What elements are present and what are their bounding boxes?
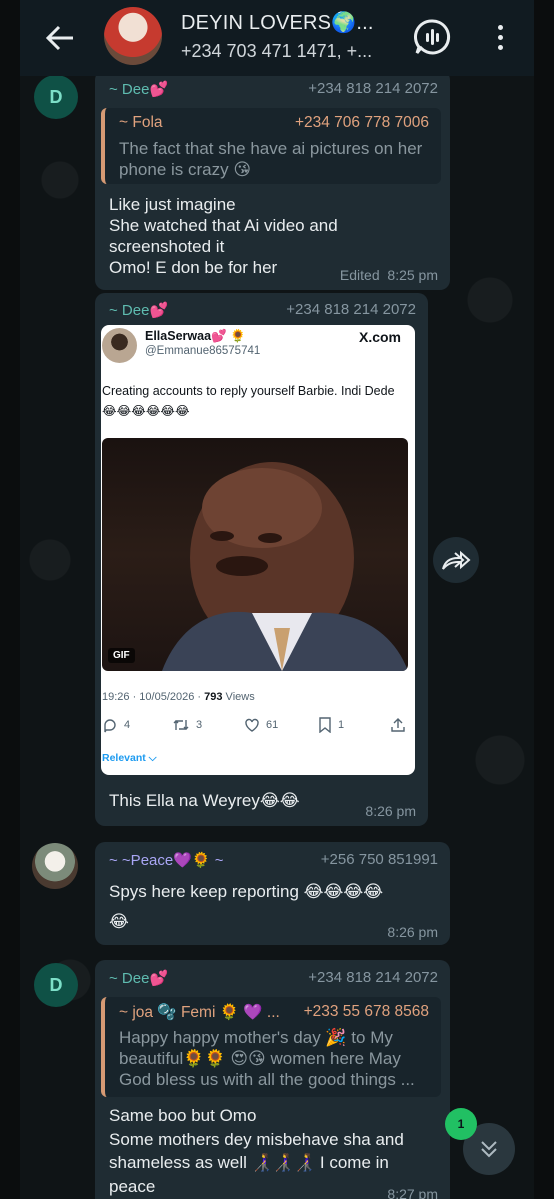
message-time: 8:26 pm <box>365 803 416 819</box>
group-members: +234 703 471 1471, +... <box>181 41 373 61</box>
sender-phone: +234 818 214 2072 <box>286 301 416 318</box>
heart-icon <box>245 718 259 732</box>
edited-label: Edited <box>339 267 380 283</box>
group-avatar[interactable] <box>104 7 162 65</box>
sender-name[interactable]: ~ Dee💕 <box>109 80 168 98</box>
reply-icon <box>104 719 116 733</box>
like-count: 61 <box>266 719 279 731</box>
tweet-text: Creating accounts to reply yourself Barb… <box>102 384 395 418</box>
quote-header: ~ joa 🫧 Femi 🌻 💜 ... +233 55 678 8568 <box>119 1003 429 1022</box>
sender-row: ~ Dee💕 +234 818 214 2072 <box>109 969 438 987</box>
message-bubble[interactable]: ~ Dee💕 +234 818 214 2072 ~ joa 🫧 Femi 🌻 … <box>95 960 450 1199</box>
sender-avatar[interactable]: D <box>34 75 78 119</box>
quote-sender: ~ joa 🫧 Femi 🌻 💜 ... <box>119 1004 280 1021</box>
tweet-actions: 4 3 61 1 <box>102 717 408 737</box>
double-chevron-down-icon <box>481 1141 497 1158</box>
reply-action: 4 <box>102 717 130 733</box>
quote-sender: ~ Fola <box>119 114 163 131</box>
message-text: Spys here keep reporting 😂😂😂😂 😂 <box>109 877 383 937</box>
tweet-author-name: EllaSerwaa💕 🌻 <box>145 329 246 343</box>
unread-count-badge: 1 <box>445 1108 477 1140</box>
message-line: peace <box>109 1176 156 1196</box>
like-action: 61 <box>244 717 278 733</box>
quoted-message[interactable]: ~ Fola +234 706 778 7006 The fact that s… <box>101 108 441 184</box>
group-info[interactable]: DEYIN LOVERS🌍... +234 703 471 1471, +... <box>181 10 431 62</box>
chat-header: DEYIN LOVERS🌍... +234 703 471 1471, +... <box>20 0 534 76</box>
retweet-count: 3 <box>196 719 203 731</box>
sender-row: ~ Dee💕 +234 818 214 2072 <box>109 80 438 98</box>
message-line: She watched that Ai video and <box>109 216 338 235</box>
avatar-letter: D <box>49 974 63 995</box>
chat-area[interactable]: D ~ Dee💕 +234 818 214 2072 ~ Fola +234 7… <box>20 0 534 1199</box>
sender-name[interactable]: ~ Dee💕 <box>109 301 168 319</box>
tweet-author-handle: @Emmanue86575741 <box>145 345 261 357</box>
tweet-gif: GIF <box>102 438 408 671</box>
bookmark-count: 1 <box>338 719 345 731</box>
tweet-views-label: Views <box>222 691 255 703</box>
message-line: 😂 <box>109 912 129 931</box>
sender-phone: +256 750 851991 <box>320 851 438 868</box>
message-text: Like just imagine She watched that Ai vi… <box>109 194 338 278</box>
message-time: 8:26 pm <box>387 924 438 940</box>
sender-row: ~ ~Peace💜🌻 ~ +256 750 851991 <box>109 851 438 869</box>
dot-icon <box>497 44 503 50</box>
avatar-letter: D <box>49 86 63 107</box>
quote-phone: +234 706 778 7006 <box>294 114 429 131</box>
message-line: Like just imagine <box>109 195 236 214</box>
retweet-icon <box>173 720 189 730</box>
back-arrow-icon <box>45 25 73 51</box>
message-line: shameless as well 👩‍🦯👩‍🦯👩‍🦯 I come in <box>109 1153 389 1172</box>
voice-chat-icon <box>414 19 451 55</box>
tweet-timestamp: 19:26 · 10/05/2026 · 793 Views <box>102 691 255 703</box>
more-options-button[interactable] <box>482 18 518 56</box>
voice-chat-button[interactable] <box>413 18 451 56</box>
quote-text: Happy happy mother's day 🎉 to My beautif… <box>119 1028 415 1089</box>
message-meta: Edited 8:25 pm <box>340 267 438 283</box>
message-line: Same boo but Omo <box>109 1106 257 1125</box>
x-logo: X.com <box>358 329 401 345</box>
sender-name[interactable]: ~ Dee💕 <box>109 969 168 987</box>
gif-frame-illustration <box>162 462 408 671</box>
forward-icon <box>442 550 471 570</box>
sender-row: ~ Dee💕 +234 818 214 2072 <box>109 301 416 319</box>
sender-avatar[interactable]: D <box>34 963 78 1007</box>
back-button[interactable] <box>42 20 78 56</box>
sender-name[interactable]: ~ ~Peace💜🌻 ~ <box>109 851 224 869</box>
bookmark-action: 1 <box>318 717 344 733</box>
sender-phone: +234 818 214 2072 <box>308 80 438 97</box>
group-title: DEYIN LOVERS🌍... <box>181 12 374 34</box>
message-text: Same boo but Omo Some mothers dey misbeh… <box>109 1104 404 1198</box>
phone-screen: D ~ Dee💕 +234 818 214 2072 ~ Fola +234 7… <box>20 0 534 1199</box>
share-action <box>390 717 406 733</box>
bookmark-icon <box>319 717 331 733</box>
message-line: Some mothers dey misbehave sha and <box>109 1129 404 1149</box>
quote-text: The fact that she have ai pictures on he… <box>119 139 423 179</box>
tweet-date: 19:26 · 10/05/2026 · <box>102 691 205 703</box>
message-line: screenshoted it <box>109 237 225 256</box>
message-text: This Ella na Weyrey😂😂 <box>109 791 300 810</box>
message-time: 8:25 pm <box>387 267 438 283</box>
tweet-views-count: 793 <box>204 691 223 703</box>
tweet-screenshot-image[interactable]: EllaSerwaa💕 🌻 @Emmanue86575741 X.com Cre… <box>101 325 415 775</box>
quote-phone: +233 55 678 8568 <box>303 1003 429 1020</box>
gif-badge: GIF <box>108 648 135 663</box>
message-bubble[interactable]: ~ Dee💕 +234 818 214 2072 ~ Fola +234 706… <box>95 70 450 290</box>
share-icon <box>391 718 405 732</box>
tweet-relevant-label: Relevant ⌵ <box>102 752 157 764</box>
reply-count: 4 <box>124 719 131 731</box>
message-line: Omo! E don be for her <box>109 258 278 277</box>
message-time: 8:27 pm <box>387 1186 438 1199</box>
dot-icon <box>497 34 503 40</box>
quoted-message[interactable]: ~ joa 🫧 Femi 🌻 💜 ... +233 55 678 8568 Ha… <box>101 997 441 1097</box>
sender-phone: +234 818 214 2072 <box>308 969 438 986</box>
message-bubble[interactable]: ~ ~Peace💜🌻 ~ +256 750 851991 Spys here k… <box>95 842 450 945</box>
forward-button[interactable] <box>433 537 479 583</box>
dot-icon <box>497 24 503 30</box>
quote-header: ~ Fola +234 706 778 7006 <box>119 114 429 132</box>
tweet-avatar <box>102 328 137 363</box>
retweet-action: 3 <box>172 717 202 733</box>
message-line: Spys here keep reporting 😂😂😂😂 <box>109 882 384 901</box>
sender-avatar[interactable] <box>32 843 78 889</box>
